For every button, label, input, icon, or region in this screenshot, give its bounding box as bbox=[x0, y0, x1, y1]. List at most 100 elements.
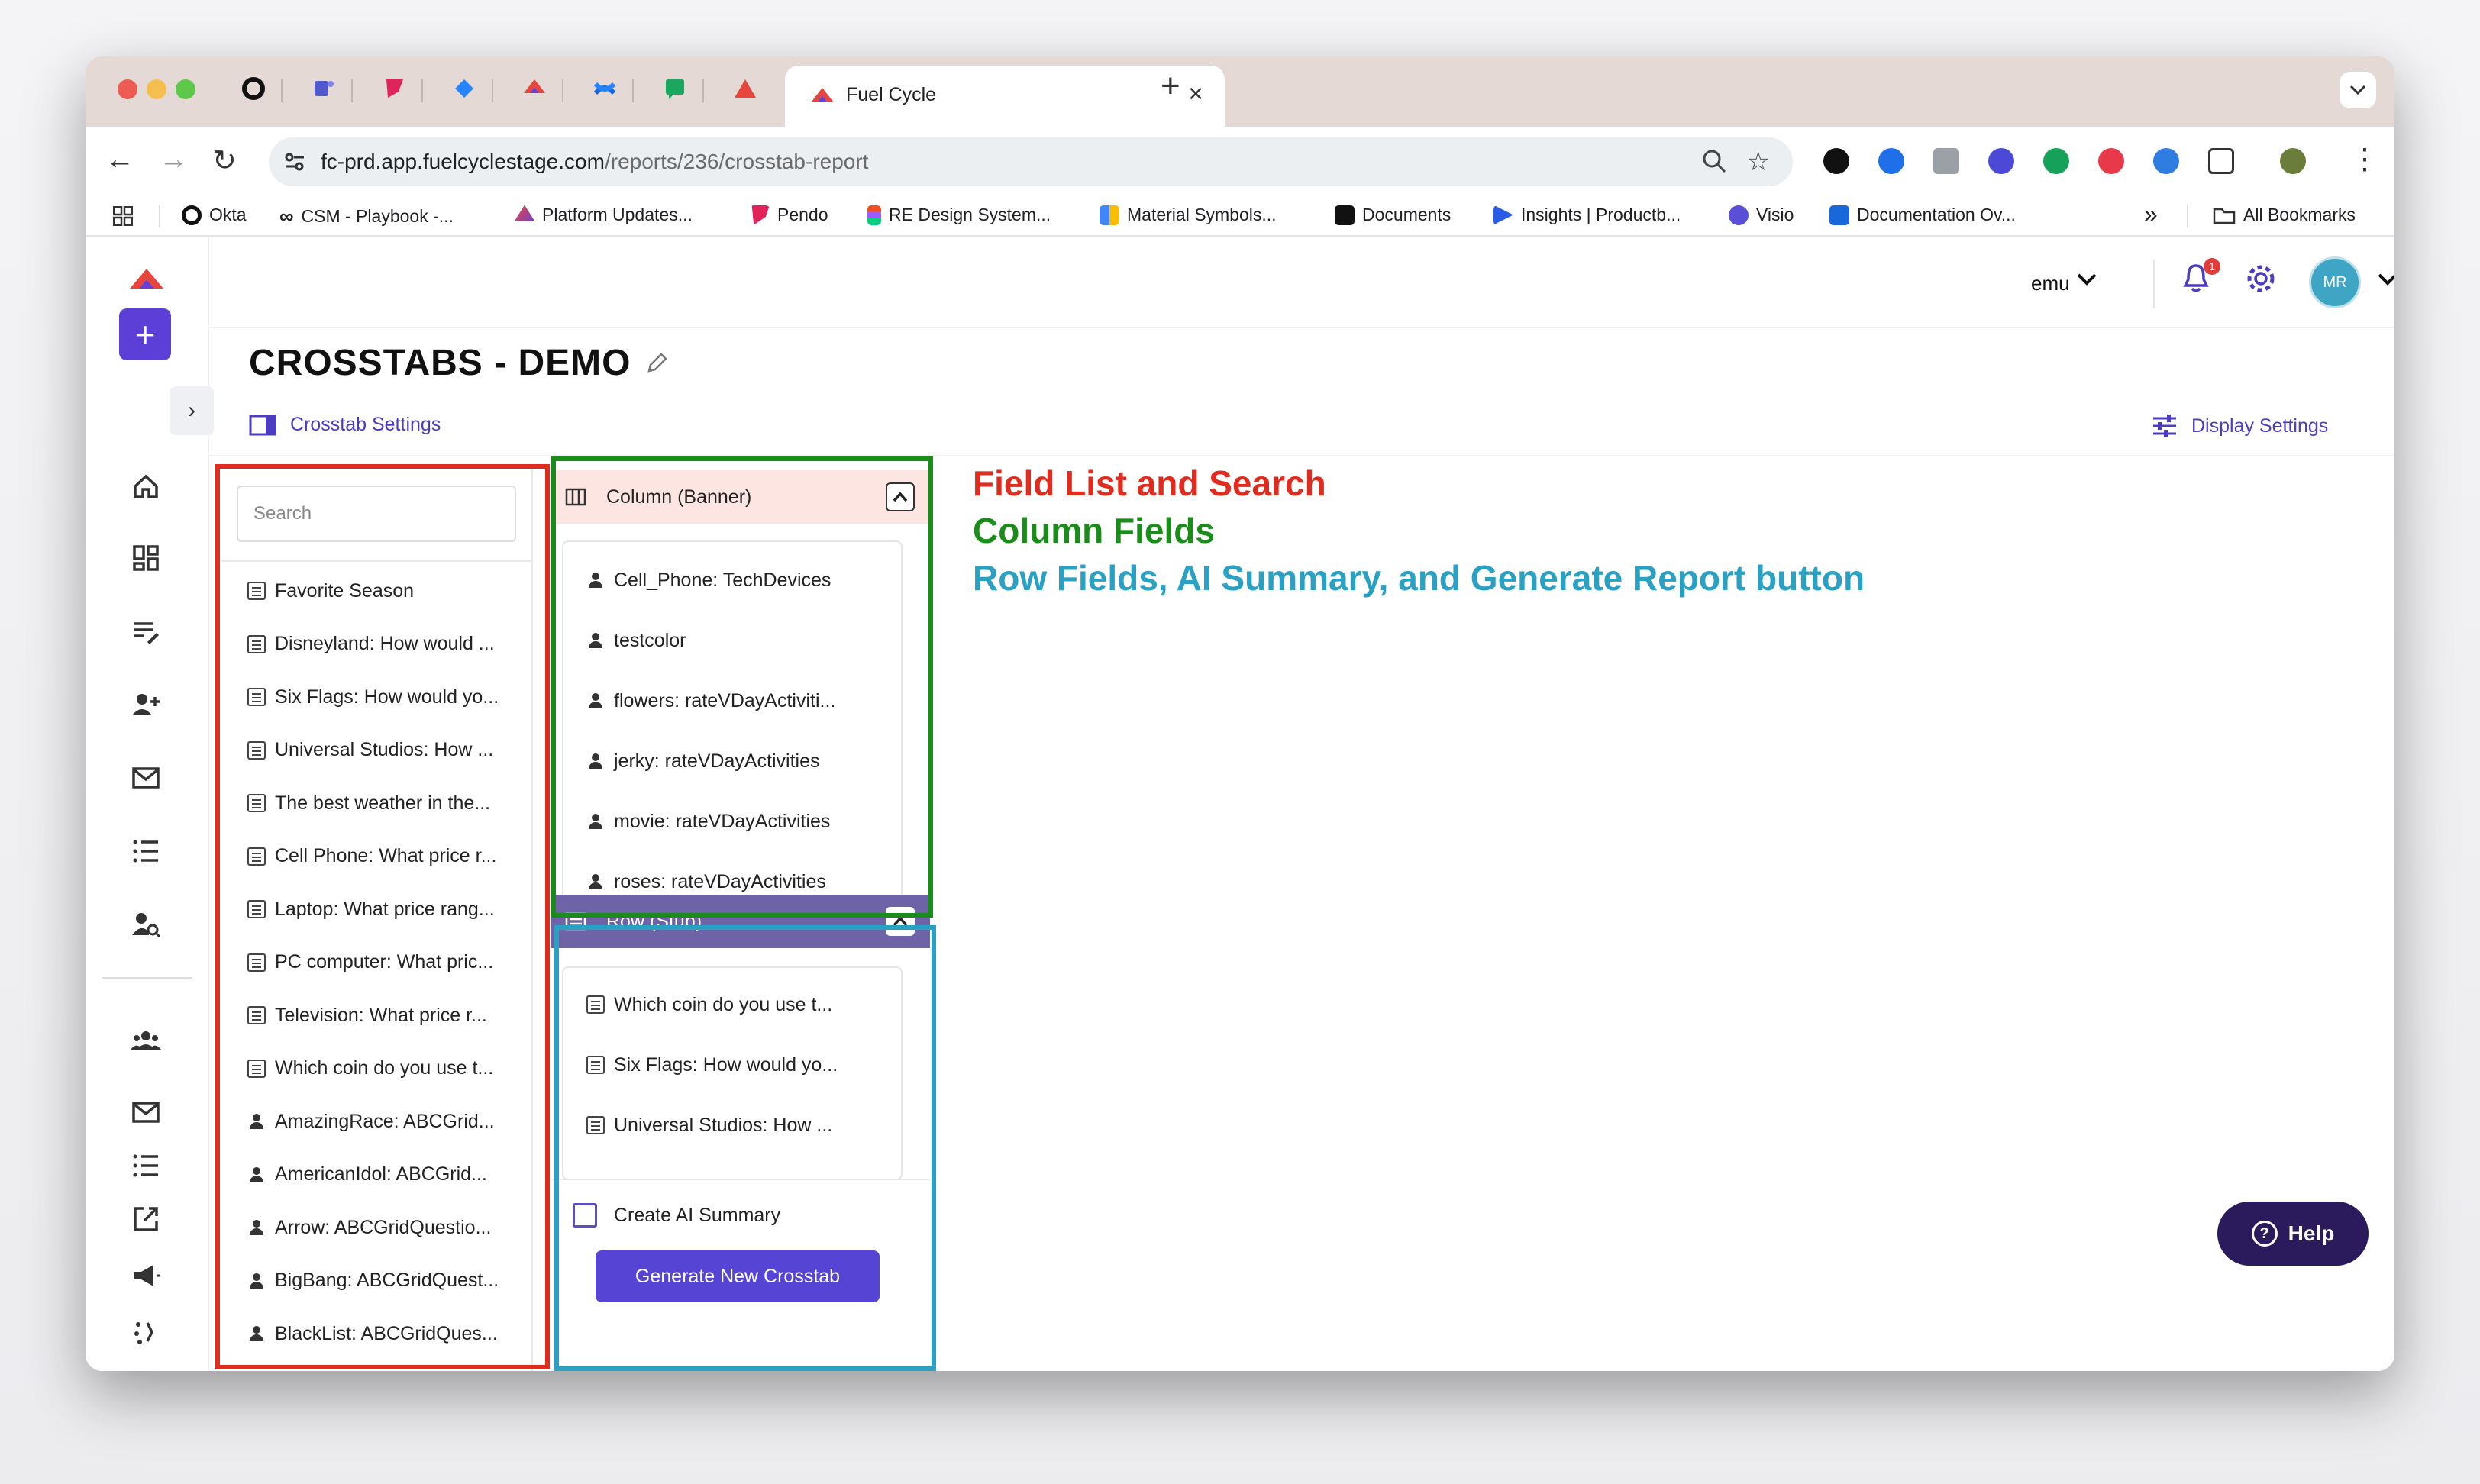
bookmark-csm-playbook[interactable]: ∞ CSM - Playbook -... bbox=[279, 205, 454, 228]
crosstab-settings-tab[interactable]: Crosstab Settings bbox=[249, 414, 441, 436]
dashboard-icon bbox=[133, 545, 159, 571]
lists-nav[interactable] bbox=[128, 834, 163, 869]
edit-title-icon[interactable] bbox=[646, 351, 669, 374]
tab-separator bbox=[421, 79, 423, 102]
close-window-button[interactable] bbox=[118, 79, 137, 99]
megaphone-icon bbox=[134, 1265, 160, 1286]
create-new-button[interactable]: + bbox=[119, 308, 171, 360]
bookmark-re-design-system[interactable]: RE Design System... bbox=[867, 205, 1051, 225]
fuelcycle-favicon-icon bbox=[812, 88, 833, 102]
reload-button[interactable]: ↻ bbox=[212, 144, 237, 178]
new-tab-button[interactable]: + bbox=[1161, 67, 1180, 105]
expand-sidebar-button[interactable]: › bbox=[170, 386, 214, 435]
apps-grid-icon[interactable] bbox=[113, 206, 133, 226]
pinned-tab-chat[interactable] bbox=[660, 73, 690, 104]
tab-separator bbox=[351, 79, 353, 102]
bookmark-documentation[interactable]: Documentation Ov... bbox=[1829, 205, 2016, 225]
minimize-window-button[interactable] bbox=[147, 79, 166, 99]
bookmark-pendo[interactable]: Pendo bbox=[750, 205, 828, 225]
add-person-icon bbox=[132, 694, 160, 715]
documents-icon bbox=[1335, 205, 1355, 225]
tab-separator bbox=[632, 79, 634, 102]
profile-avatar[interactable] bbox=[2280, 148, 2306, 174]
bookmarks-overflow-button[interactable]: » bbox=[2144, 200, 2158, 228]
external-link-nav[interactable] bbox=[128, 1202, 163, 1237]
tab-separator bbox=[492, 79, 493, 102]
groups-icon bbox=[131, 1031, 161, 1050]
community-nav[interactable] bbox=[128, 1023, 163, 1058]
bookmark-insights[interactable]: Insights | Productb... bbox=[1493, 205, 1681, 225]
pinned-tab-jira[interactable] bbox=[449, 73, 480, 104]
extension-grammarly-icon[interactable] bbox=[2043, 148, 2069, 174]
extension-openai-icon[interactable] bbox=[1823, 148, 1849, 174]
extension-loom-icon[interactable] bbox=[1878, 148, 1904, 174]
surveys-nav[interactable] bbox=[128, 614, 163, 649]
inbox-nav[interactable] bbox=[128, 1095, 163, 1130]
tab-separator bbox=[562, 79, 563, 102]
bookmark-okta[interactable]: Okta bbox=[182, 205, 247, 225]
bookmark-visio[interactable]: Visio bbox=[1729, 205, 1794, 225]
home-nav[interactable] bbox=[128, 469, 163, 504]
pinned-tab-app[interactable] bbox=[730, 73, 760, 104]
fuelcycle-logo-icon[interactable] bbox=[128, 267, 165, 293]
app-root: + › emu 1 MR CROSSTABS - DEMO Crosstab S… bbox=[86, 238, 2394, 1371]
member-search-nav[interactable] bbox=[128, 907, 163, 942]
extensions-puzzle-icon[interactable] bbox=[2208, 148, 2234, 174]
bookmark-material-symbols[interactable]: Material Symbols... bbox=[1100, 205, 1277, 225]
pendo-icon bbox=[751, 205, 770, 225]
edit-list-icon bbox=[134, 622, 159, 644]
forward-button[interactable]: → bbox=[159, 144, 188, 176]
figma-icon bbox=[867, 205, 881, 225]
extension-timer-icon[interactable] bbox=[2153, 148, 2179, 174]
back-button[interactable]: ← bbox=[105, 144, 134, 176]
bookmark-documents[interactable]: Documents bbox=[1335, 205, 1451, 225]
zoom-icon[interactable] bbox=[1701, 148, 1727, 174]
extension-snowflake-icon[interactable] bbox=[1988, 148, 2014, 174]
all-bookmarks-button[interactable]: All Bookmarks bbox=[2213, 205, 2356, 225]
person-search-icon bbox=[132, 913, 161, 938]
user-avatar[interactable]: MR bbox=[2309, 256, 2361, 308]
pinned-tab-okta[interactable] bbox=[238, 73, 269, 104]
gear-icon[interactable] bbox=[2245, 263, 2277, 295]
announcements-nav[interactable] bbox=[128, 1258, 163, 1293]
url-text: fc-prd.app.fuelcyclestage.com/reports/23… bbox=[321, 150, 869, 173]
visio-icon bbox=[1729, 205, 1749, 225]
chat-icon bbox=[666, 79, 684, 99]
bookmark-platform-updates[interactable]: Platform Updates... bbox=[515, 205, 693, 225]
display-settings-button[interactable]: Display Settings bbox=[2152, 414, 2328, 438]
pinned-tab-confluence[interactable] bbox=[589, 73, 620, 104]
pinned-tab-pendo[interactable] bbox=[379, 73, 409, 104]
okta-icon bbox=[242, 77, 265, 100]
chevron-down-icon[interactable] bbox=[2378, 273, 2394, 287]
members-nav[interactable] bbox=[128, 687, 163, 722]
help-button[interactable]: ? Help bbox=[2217, 1202, 2369, 1266]
okta-icon bbox=[182, 205, 202, 225]
close-tab-icon[interactable]: × bbox=[1188, 79, 1203, 109]
app-logo-icon bbox=[735, 79, 756, 98]
workspace-selector[interactable]: emu bbox=[2031, 272, 2070, 295]
home-icon bbox=[134, 474, 158, 498]
productboard-icon bbox=[1493, 205, 1513, 225]
chevron-down-icon[interactable] bbox=[2077, 273, 2097, 287]
address-bar[interactable]: fc-prd.app.fuelcyclestage.com/reports/23… bbox=[269, 137, 1793, 186]
dashboard-nav[interactable] bbox=[128, 540, 163, 576]
maximize-window-button[interactable] bbox=[176, 79, 195, 99]
tab-search-button[interactable] bbox=[2340, 72, 2376, 108]
pinned-tab-teams[interactable] bbox=[308, 73, 339, 104]
bookmark-star-icon[interactable]: ☆ bbox=[1747, 147, 1770, 177]
extension-camera-icon[interactable] bbox=[1933, 148, 1959, 174]
messages-nav[interactable] bbox=[128, 760, 163, 795]
integrations-nav[interactable] bbox=[128, 1315, 163, 1350]
mail-icon bbox=[132, 1102, 160, 1123]
browser-menu-icon[interactable]: ⋮ bbox=[2350, 142, 2379, 176]
annotation-row-fields: Row Fields, AI Summary, and Generate Rep… bbox=[973, 558, 1865, 598]
annotation-box-row-fields bbox=[554, 925, 936, 1371]
pinned-tab-platform[interactable] bbox=[519, 73, 550, 104]
site-settings-icon bbox=[285, 153, 304, 171]
fuelcycle-icon bbox=[524, 79, 545, 93]
folder-icon bbox=[2213, 208, 2236, 224]
extension-toggl-icon[interactable] bbox=[2098, 148, 2124, 174]
tab-fuel-cycle[interactable]: Fuel Cycle × bbox=[785, 66, 1225, 127]
tasks-nav[interactable] bbox=[128, 1148, 163, 1183]
tab-separator bbox=[281, 79, 283, 102]
